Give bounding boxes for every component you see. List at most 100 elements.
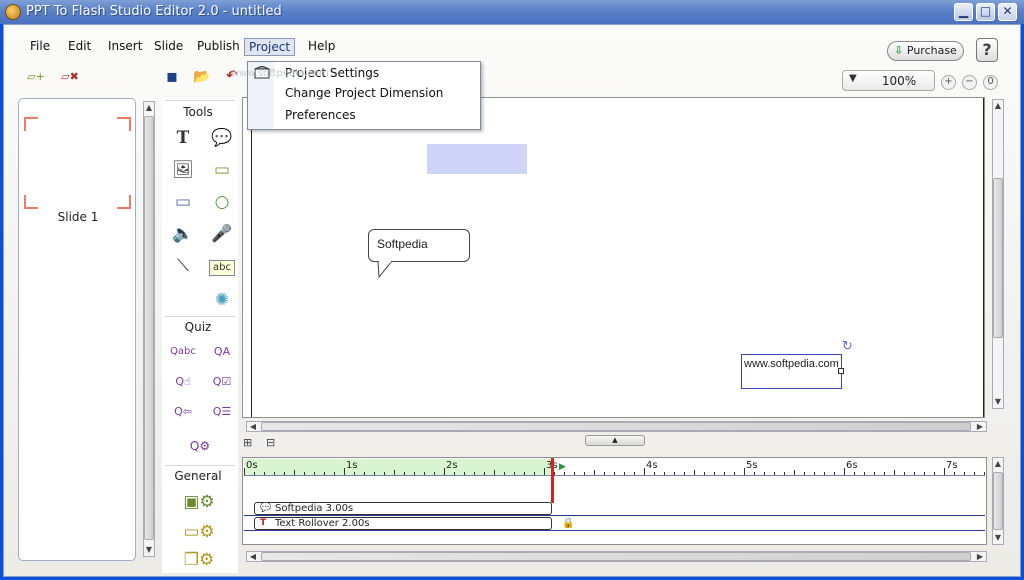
thumb-corner: [24, 117, 38, 131]
timeline-align-icon[interactable]: ⊟: [266, 436, 275, 449]
rectangle-shape[interactable]: [427, 144, 527, 174]
slide-stage[interactable]: Softpedia ↻ www.softpedia.com: [251, 98, 984, 417]
quiz-click-icon[interactable]: Q☝: [167, 370, 199, 394]
timeline-layout-icon[interactable]: ⊞: [243, 436, 252, 449]
slides-scrollbar[interactable]: ▲ ▼: [143, 101, 155, 557]
menu-help[interactable]: Help: [304, 38, 339, 56]
general-pages-settings-icon[interactable]: ❐⚙: [176, 548, 222, 572]
scrollbar-thumb[interactable]: [993, 178, 1003, 338]
menu-insert[interactable]: Insert: [104, 38, 146, 56]
ruler-tick: [274, 472, 275, 475]
scrollbar-thumb[interactable]: [144, 116, 154, 540]
text-tool-icon[interactable]: T: [170, 126, 196, 150]
rectangle-tool-icon[interactable]: ▭: [170, 190, 196, 214]
ruler-tick: [784, 472, 785, 475]
play-marker-icon[interactable]: ▶: [559, 462, 566, 472]
text-input-tool-icon[interactable]: abc: [209, 260, 235, 276]
resize-handle[interactable]: [838, 368, 844, 374]
general-note-settings-icon[interactable]: ▭⚙: [176, 520, 222, 544]
maximize-button[interactable]: □: [976, 3, 995, 21]
purchase-button[interactable]: ⇩ Purchase: [887, 41, 964, 61]
circle-tool-icon[interactable]: ○: [209, 190, 235, 214]
menu-publish[interactable]: Publish: [193, 38, 244, 56]
callout-tool-icon[interactable]: 💬: [209, 126, 235, 150]
menu-item-preferences[interactable]: Preferences: [285, 105, 356, 125]
menu-project[interactable]: Project: [244, 38, 296, 56]
callout-bubble[interactable]: Softpedia: [368, 229, 470, 262]
delete-slide-icon[interactable]: ▱✖: [60, 68, 80, 86]
scrollbar-thumb[interactable]: [993, 472, 1003, 530]
ruler-tick: [384, 472, 385, 475]
menu-edit[interactable]: Edit: [64, 38, 95, 56]
zoom-select[interactable]: ▼ 100%: [842, 70, 935, 91]
help-button[interactable]: ?: [976, 38, 998, 62]
ruler-tick: [874, 472, 875, 475]
quiz-list-icon[interactable]: Q☰: [206, 400, 238, 424]
zoom-in-button[interactable]: +: [941, 75, 956, 90]
sound-tool-icon[interactable]: 🔈: [170, 222, 196, 246]
ruler-tick: [614, 472, 615, 475]
highlight-box-icon[interactable]: ▭: [209, 158, 235, 182]
ruler-tick: [604, 472, 605, 475]
thumb-corner: [24, 195, 38, 209]
quiz-multiple-choice-icon[interactable]: Q☑: [206, 370, 238, 394]
line-tool-icon[interactable]: ⟍: [170, 254, 196, 278]
tick-label: 0s: [246, 460, 258, 471]
ruler-tick: [854, 472, 855, 475]
timeline-horizontal-scrollbar[interactable]: ◀ ▶: [246, 551, 987, 562]
rotate-handle-icon[interactable]: ↻: [842, 339, 853, 354]
image-tool-icon[interactable]: 🖼: [170, 158, 196, 182]
zoom-out-button[interactable]: −: [962, 75, 977, 90]
quiz-fill-icon[interactable]: Qabc: [167, 340, 199, 364]
save-icon[interactable]: ▪: [162, 68, 182, 86]
menu-slide[interactable]: Slide: [150, 38, 187, 56]
timeline-panel[interactable]: 0s 1s 2s 3s 4s 5s 6s 7s ▶ 💬 Softpedia 3.…: [242, 457, 987, 545]
ruler-tick: [794, 470, 795, 475]
track-bar-softpedia[interactable]: 💬 Softpedia 3.00s: [254, 502, 552, 515]
timeline-track[interactable]: 💬 Softpedia 3.00s: [244, 501, 985, 516]
canvas-vertical-scrollbar[interactable]: ▲ ▼: [992, 99, 1004, 409]
timeline-track[interactable]: T Text Rollover 2.00s 🔒: [244, 516, 985, 531]
quiz-settings-icon[interactable]: Q⚙: [180, 434, 220, 458]
slide-canvas[interactable]: Softpedia ↻ www.softpedia.com: [242, 97, 985, 418]
ruler-tick: [304, 472, 305, 475]
quiz-drag-icon[interactable]: Q⇦: [167, 400, 199, 424]
thumb-corner: [117, 195, 131, 209]
canvas-horizontal-scrollbar[interactable]: ◀ ▶: [246, 421, 987, 432]
slide-thumbnail[interactable]: [24, 117, 131, 209]
general-image-settings-icon[interactable]: ▣⚙: [176, 490, 222, 514]
ruler-tick: [594, 470, 595, 475]
ruler-tick: [884, 472, 885, 475]
flash-object-icon[interactable]: ✺: [209, 288, 235, 312]
ruler-tick: [464, 472, 465, 475]
quiz-text-icon[interactable]: QA: [206, 340, 238, 364]
ruler-tick: [704, 472, 705, 475]
microphone-tool-icon[interactable]: 🎤: [209, 222, 235, 246]
menu-item-change-project-dimension[interactable]: Change Project Dimension: [285, 83, 443, 103]
minimize-button[interactable]: ▁: [954, 3, 973, 21]
scroll-up-icon: ▲: [994, 101, 1002, 110]
scrollbar-thumb[interactable]: [261, 552, 971, 561]
scrollbar-thumb[interactable]: [261, 422, 971, 431]
window-title: PPT To Flash Studio Editor 2.0 - untitle…: [26, 4, 282, 19]
track-bar-text-rollover[interactable]: T Text Rollover 2.00s: [254, 517, 552, 530]
title-bar: PPT To Flash Studio Editor 2.0 - untitle…: [0, 0, 1024, 24]
ruler-tick: [584, 472, 585, 475]
timeline-playhead[interactable]: [551, 458, 554, 503]
lock-icon[interactable]: 🔒: [562, 518, 574, 529]
ruler-tick: [974, 472, 975, 475]
scroll-up-icon: ▲: [994, 459, 1002, 468]
timeline-ruler[interactable]: 0s 1s 2s 3s 4s 5s 6s 7s ▶: [244, 459, 985, 476]
menu-file[interactable]: File: [26, 38, 54, 56]
divider: [165, 100, 235, 102]
scroll-right-icon: ▶: [976, 552, 984, 561]
zoom-reset-button[interactable]: 0: [983, 75, 998, 90]
open-folder-icon[interactable]: 📂: [192, 68, 212, 86]
ruler-tick: [374, 472, 375, 475]
ruler-tick: [764, 472, 765, 475]
close-button[interactable]: ✕: [998, 3, 1017, 21]
timeline-vertical-scrollbar[interactable]: ▲ ▼: [992, 457, 1004, 545]
add-slide-icon[interactable]: ▱+: [26, 68, 46, 86]
text-box[interactable]: www.softpedia.com: [741, 354, 842, 389]
collapse-timeline-button[interactable]: ▲: [585, 435, 645, 446]
